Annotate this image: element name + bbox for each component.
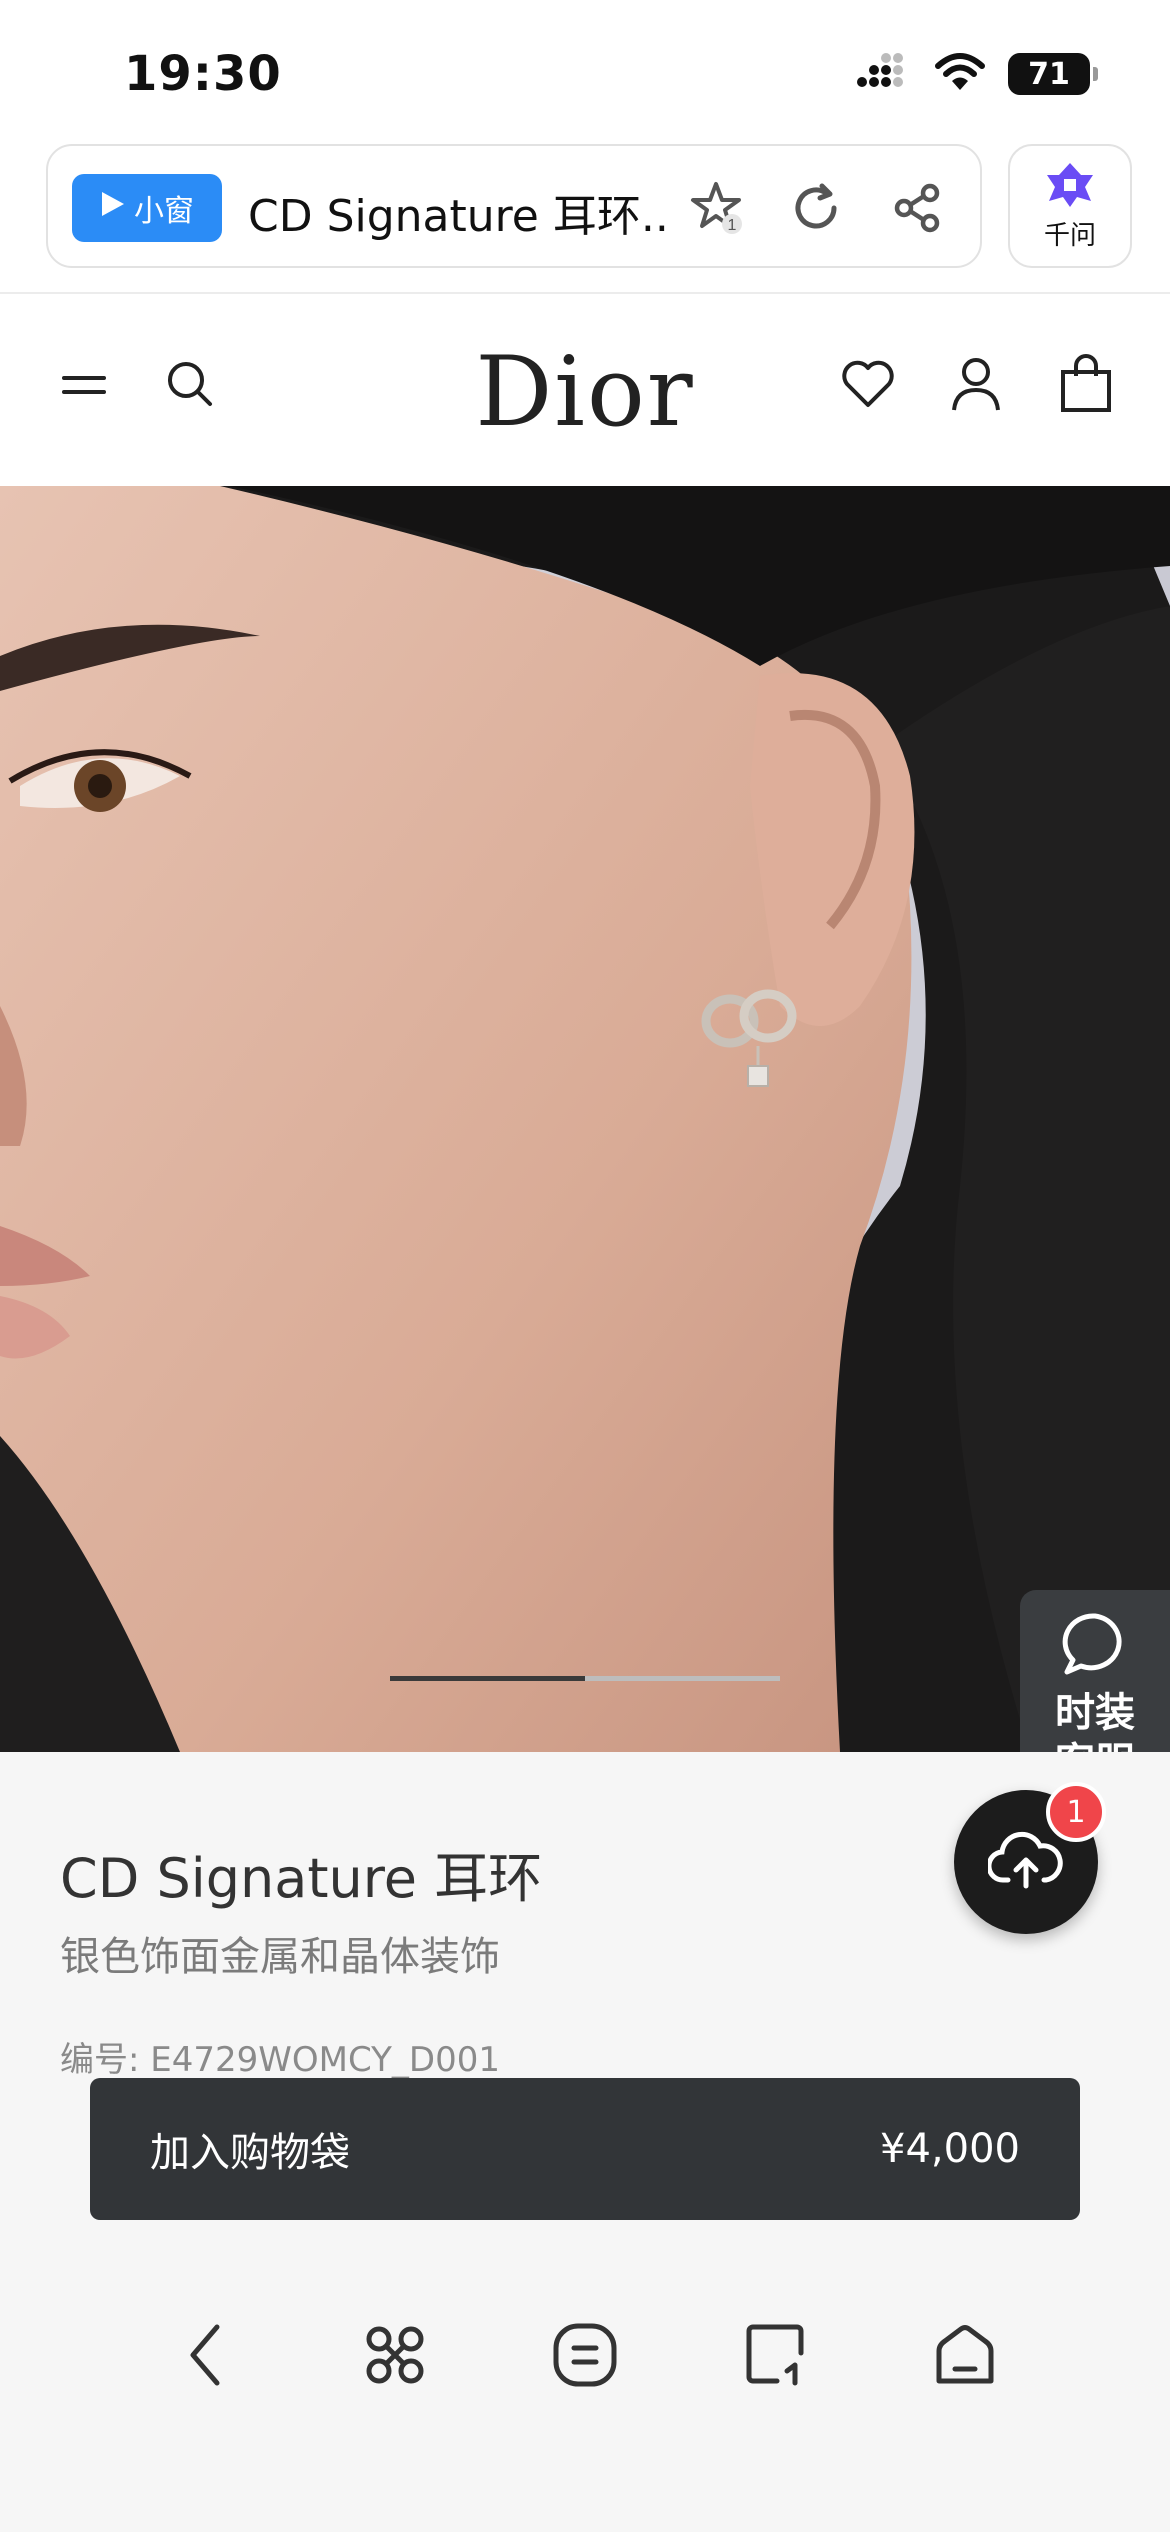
favorites-count: 1 — [728, 217, 737, 234]
mini-window-button[interactable]: 小窗 — [72, 174, 222, 242]
refresh-icon[interactable] — [782, 174, 850, 242]
home-icon[interactable] — [925, 2315, 1005, 2395]
product-image-carousel[interactable] — [0, 486, 1170, 1752]
qianwen-label: 千问 — [1043, 220, 1096, 251]
battery-icon: 71 — [1008, 53, 1098, 95]
qianwen-assistant-button[interactable]: 千问 — [1008, 144, 1132, 268]
add-to-bag-label: 加入购物袋 — [150, 2130, 350, 2176]
upload-button[interactable]: 1 — [954, 1782, 1106, 1934]
browser-bottom-nav — [0, 2290, 1170, 2420]
page-title[interactable]: CD Signature 耳环.. — [248, 180, 668, 244]
carousel-progress-fill — [390, 1676, 585, 1681]
cloud-upload-icon — [986, 1830, 1064, 1894]
product-price: ¥4,000 — [880, 2126, 1020, 2172]
browser-toolbar: 小窗 CD Signature 耳环.. 1 千问 — [0, 140, 1170, 294]
account-icon[interactable] — [944, 352, 1008, 416]
chat-bubble-icon — [1059, 1610, 1131, 1680]
qianwen-logo-icon — [1045, 161, 1095, 213]
status-time: 19:30 — [124, 46, 282, 102]
status-icons: 71 — [856, 52, 1098, 96]
share-icon[interactable] — [884, 174, 952, 242]
signal-icon — [856, 52, 912, 96]
status-bar: 19:30 71 — [0, 0, 1170, 140]
add-to-bag-button[interactable]: 加入购物袋 ¥4,000 — [90, 2078, 1080, 2220]
menu-list-icon[interactable] — [545, 2315, 625, 2395]
model-photo — [0, 486, 1170, 1752]
bag-icon[interactable] — [1054, 352, 1118, 416]
tabs-icon[interactable] — [735, 2315, 815, 2395]
notification-badge: 1 — [1046, 1782, 1106, 1842]
product-title: CD Signature 耳环 — [60, 1847, 543, 1910]
favorite-star-icon[interactable]: 1 — [684, 174, 752, 242]
product-sku: 编号: E4729WOMCY_D001 — [60, 2040, 500, 2080]
address-bar[interactable]: 小窗 CD Signature 耳环.. 1 — [46, 144, 982, 268]
product-subtitle: 银色饰面金属和晶体装饰 — [60, 1934, 500, 1980]
carousel-progress — [390, 1676, 780, 1681]
back-icon[interactable] — [165, 2315, 245, 2395]
site-header: Dior — [0, 296, 1170, 486]
wifi-icon — [934, 52, 986, 96]
play-icon — [100, 190, 126, 226]
heart-icon[interactable] — [836, 352, 900, 416]
command-icon[interactable] — [355, 2315, 435, 2395]
mini-window-label: 小窗 — [134, 194, 194, 229]
